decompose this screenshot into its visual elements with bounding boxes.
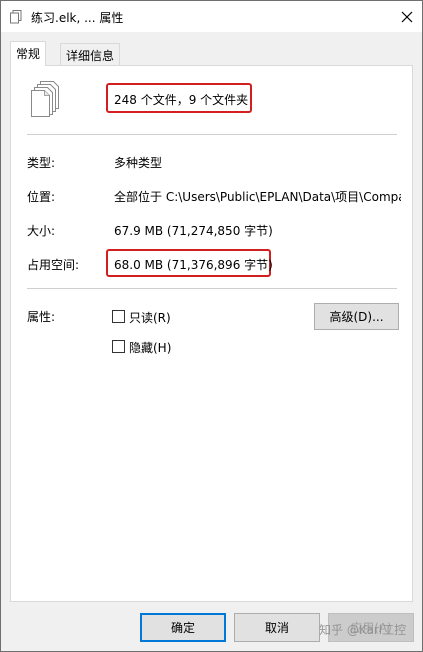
size-on-disk-label: 占用空间: bbox=[27, 258, 80, 272]
advanced-button[interactable]: 高级(D)... bbox=[314, 303, 399, 330]
size-on-disk-value: 68.0 MB (71,376,896 字节) bbox=[114, 258, 273, 272]
window-title: 练习.elk, ... 属性 bbox=[31, 11, 124, 25]
close-button[interactable] bbox=[392, 1, 422, 32]
general-panel: 248 个文件，9 个文件夹 类型: 多种类型 位置: 全部位于 C:\User… bbox=[10, 65, 413, 602]
tab-general[interactable]: 常规 bbox=[10, 41, 47, 66]
item-count-summary: 248 个文件，9 个文件夹 bbox=[114, 93, 249, 107]
tab-bar: 常规 详细信息 bbox=[10, 41, 414, 66]
readonly-checkbox[interactable] bbox=[112, 310, 125, 323]
separator bbox=[27, 134, 397, 135]
hidden-label[interactable]: 隐藏(H) bbox=[129, 339, 171, 356]
properties-window: 练习.elk, ... 属性 常规 详细信息 248 个文件，9 个文件夹 类型… bbox=[0, 0, 423, 652]
size-label: 大小: bbox=[27, 224, 56, 238]
location-label: 位置: bbox=[27, 190, 56, 204]
watermark: 知乎 @Karl工控 bbox=[319, 623, 407, 637]
size-value: 67.9 MB (71,274,850 字节) bbox=[114, 224, 273, 238]
location-value: 全部位于 C:\Users\Public\EPLAN\Data\项目\Compa bbox=[114, 190, 401, 204]
tab-details[interactable]: 详细信息 bbox=[60, 43, 121, 65]
separator bbox=[27, 288, 397, 289]
hidden-checkbox[interactable] bbox=[112, 340, 125, 353]
attributes-label: 属性: bbox=[27, 310, 56, 324]
multiple-files-icon bbox=[31, 81, 59, 117]
files-icon bbox=[10, 10, 22, 24]
type-label: 类型: bbox=[27, 156, 56, 170]
ok-button[interactable]: 确定 bbox=[140, 613, 226, 642]
title-bar: 练习.elk, ... 属性 bbox=[1, 1, 422, 32]
cancel-button[interactable]: 取消 bbox=[234, 613, 320, 642]
type-value: 多种类型 bbox=[114, 156, 163, 170]
close-icon bbox=[401, 11, 413, 22]
readonly-label[interactable]: 只读(R) bbox=[129, 309, 171, 326]
